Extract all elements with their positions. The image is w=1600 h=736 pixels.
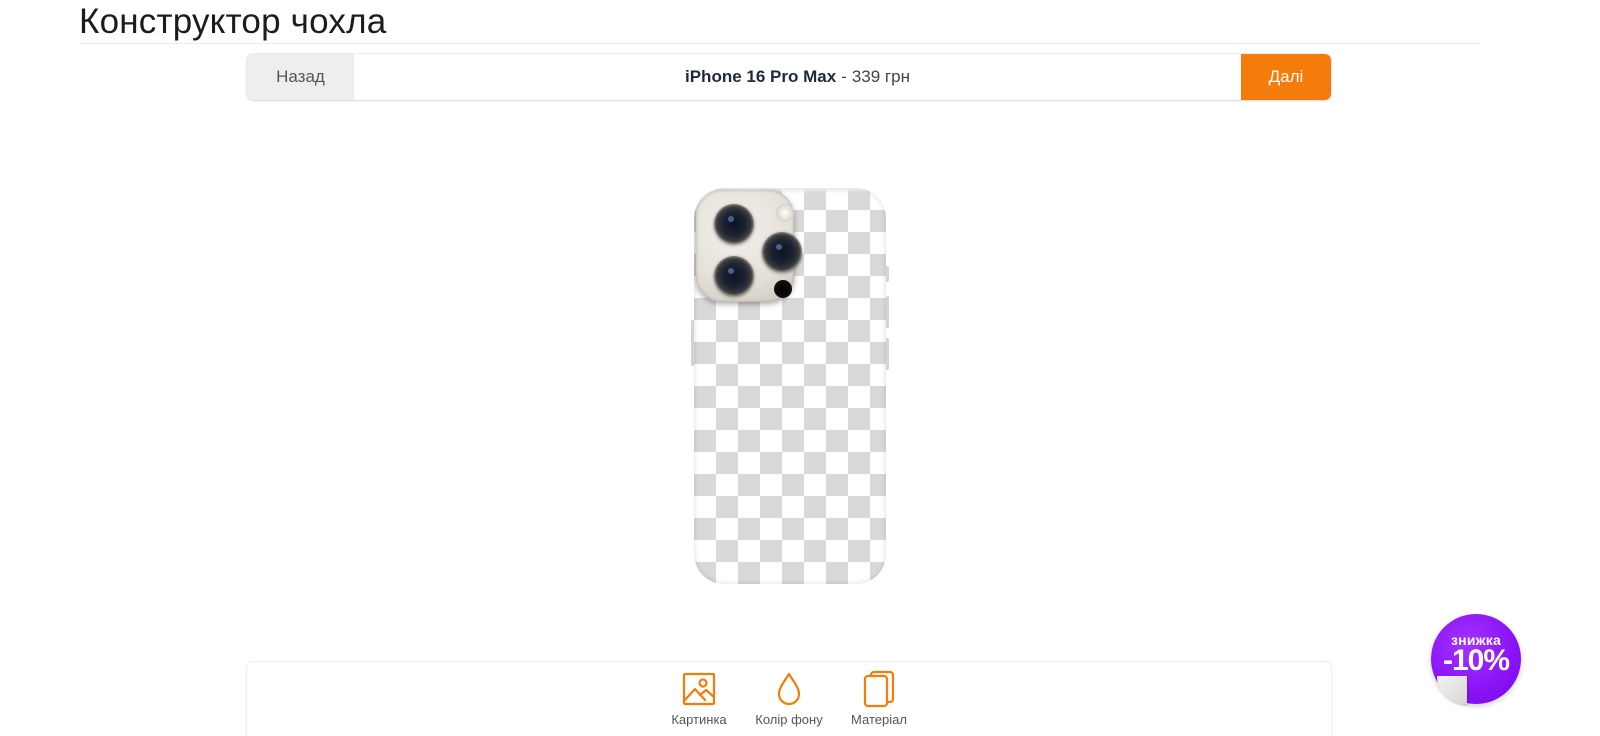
product-price: 339 грн <box>851 67 910 86</box>
next-button[interactable]: Далі <box>1241 54 1331 100</box>
layers-icon <box>861 670 897 708</box>
image-icon <box>681 670 717 708</box>
discount-badge[interactable]: знижка -10% <box>1431 614 1521 704</box>
camera-lens <box>714 256 754 296</box>
lidar-sensor <box>774 280 792 298</box>
product-summary: iPhone 16 Pro Max - 339 грн <box>354 54 1241 100</box>
product-model: iPhone 16 Pro Max <box>685 67 837 86</box>
droplet-icon <box>771 670 807 708</box>
tool-label: Картинка <box>671 712 727 727</box>
tool-label: Колір фону <box>755 712 823 727</box>
camera-lens <box>762 232 802 272</box>
back-button[interactable]: Назад <box>247 54 354 100</box>
tool-image[interactable]: Картинка <box>665 670 733 727</box>
tool-material[interactable]: Матеріал <box>845 670 913 727</box>
tool-background-color[interactable]: Колір фону <box>755 670 823 727</box>
design-toolbar: Картинка Колір фону Матеріал <box>247 662 1331 736</box>
camera-lens <box>714 204 754 244</box>
tool-label: Матеріал <box>851 712 907 727</box>
step-navigation-bar: Назад iPhone 16 Pro Max - 339 грн Далі <box>247 54 1331 100</box>
page-curl-decoration <box>1437 676 1467 704</box>
case-preview[interactable] <box>691 188 889 584</box>
camera-module <box>696 190 802 302</box>
case-design-area[interactable] <box>694 188 886 584</box>
camera-flash <box>776 204 794 222</box>
page-title: Конструктор чохла <box>79 2 387 41</box>
product-separator: - <box>841 67 847 86</box>
discount-value: -10% <box>1442 644 1510 677</box>
title-divider <box>79 43 1481 44</box>
